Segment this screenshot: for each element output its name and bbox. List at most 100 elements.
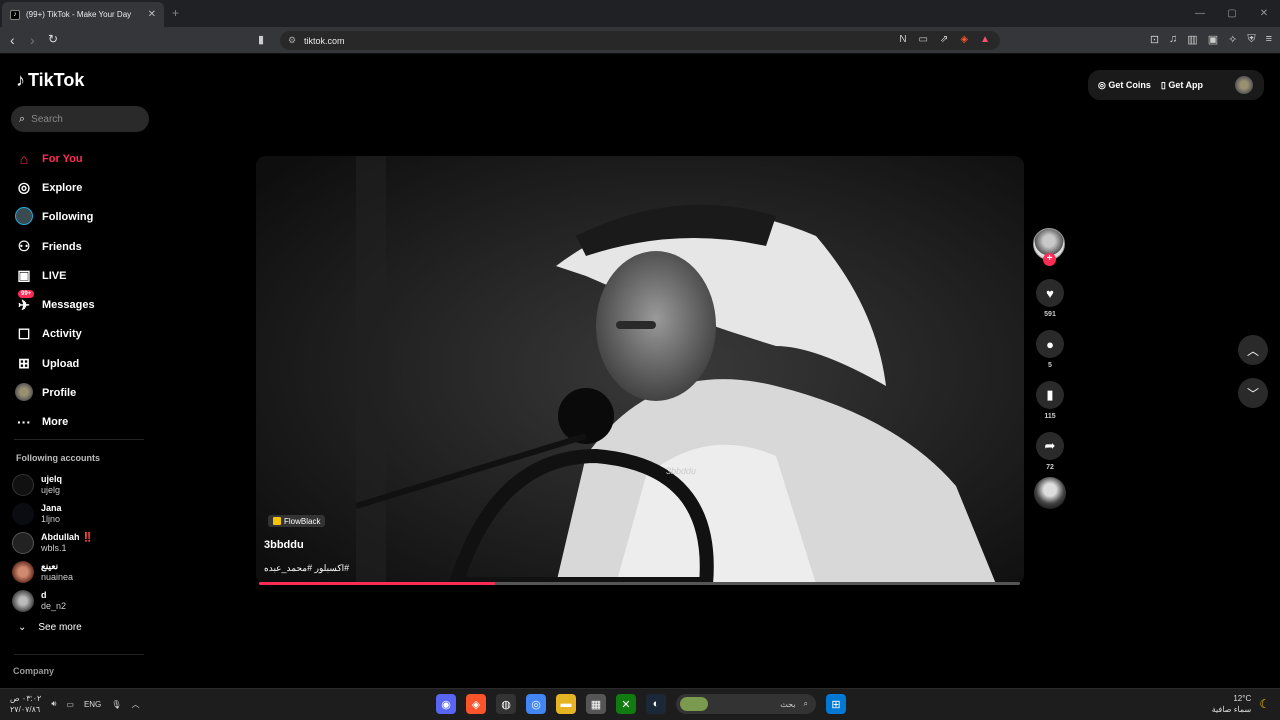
nav-profile[interactable]: Profile	[14, 378, 154, 407]
url-bar[interactable]: ⚙ tiktok.com N ▭ ⇗ ◈ ▲	[280, 31, 1000, 50]
music-tag[interactable]: FlowBlack	[268, 515, 326, 527]
leo-ai-icon[interactable]: ✧	[1228, 33, 1237, 46]
account-name: نعينع	[41, 561, 59, 572]
nav-messages[interactable]: ✈ 99+ Messages	[14, 289, 154, 319]
divider	[14, 654, 144, 655]
save-action[interactable]: ▮ 115	[1033, 381, 1067, 420]
like-count: 591	[1044, 311, 1056, 318]
main-nav: ⌂ For You ◎ Explore Following ⚇ Friends …	[14, 144, 154, 437]
profile-avatar-icon	[14, 382, 34, 404]
nav-label: LIVE	[42, 269, 67, 282]
discord-icon[interactable]: ◉	[436, 694, 456, 714]
list-item[interactable]: d de_n2	[12, 587, 152, 616]
nav-label: Upload	[42, 357, 80, 370]
sidebar: ♪ TikTok ⌕ ⌂ For You ◎ Explore Following…	[0, 54, 160, 688]
brave-shield-icon[interactable]: ◈	[960, 34, 968, 45]
store-icon[interactable]: ▦	[586, 694, 606, 714]
video-progress-bar[interactable]	[259, 582, 1020, 585]
music-disc[interactable]	[1033, 477, 1067, 509]
search-input[interactable]	[31, 113, 132, 125]
music-disc-icon	[1034, 477, 1066, 509]
volume-icon[interactable]: 🔊︎	[51, 699, 56, 709]
translate-icon[interactable]: N	[899, 34, 906, 45]
chevron-down-icon: ⌄	[18, 622, 27, 633]
vpn-icon[interactable]: ⛨	[1247, 33, 1255, 46]
tiktok-logo[interactable]: ♪ TikTok	[16, 70, 84, 91]
search-box[interactable]: ⌕	[11, 106, 149, 132]
screenshot-icon[interactable]: ⊡	[1150, 33, 1159, 46]
chrome-icon[interactable]: ◎	[526, 694, 546, 714]
follow-plus-icon[interactable]: +	[1043, 253, 1056, 266]
account-handle: nuainea	[41, 572, 74, 583]
nav-activity[interactable]: ☐ Activity	[14, 320, 154, 349]
live-icon: ▣	[17, 267, 31, 284]
video-author[interactable]: 3bbddu	[264, 539, 304, 551]
file-explorer-icon[interactable]: ▬	[556, 694, 576, 714]
coin-icon: ◎	[1098, 79, 1109, 90]
cast-icon[interactable]: ▭	[919, 34, 928, 45]
close-tab-icon[interactable]: ✕	[148, 9, 156, 20]
list-item[interactable]: Jana 1ljno	[12, 499, 152, 528]
display-icon[interactable]: ▭	[66, 700, 74, 709]
see-more-button[interactable]: ⌄ See more	[18, 622, 82, 633]
minimize-button[interactable]: —	[1184, 0, 1216, 27]
tiktok-note-icon: ♪	[16, 70, 25, 90]
previous-video-button[interactable]: ︿	[1238, 335, 1268, 365]
start-icon[interactable]: ⊞	[826, 694, 846, 714]
taskbar-apps: ◉ ◈ ◍ ◎ ▬ ▦ ✕ ◐ بحث ⌕ ⊞	[436, 694, 846, 714]
bookmark-icon[interactable]: ▮	[258, 33, 264, 46]
brave-rewards-icon[interactable]: ▲	[980, 34, 990, 45]
nav-label: Profile	[42, 387, 77, 400]
nav-explore[interactable]: ◎ Explore	[14, 173, 154, 202]
browser-tab[interactable]: ♪ (99+) TikTok - Make Your Day ✕	[2, 2, 164, 27]
site-info-icon[interactable]: ⚙	[288, 35, 296, 46]
get-app-button[interactable]: ▯ Get App	[1161, 80, 1203, 91]
nav-upload[interactable]: ⊞ Upload	[14, 349, 154, 378]
divider	[14, 439, 144, 440]
nav-live[interactable]: ▣ LIVE	[14, 261, 154, 290]
sidebar-icon[interactable]: ▥	[1187, 33, 1197, 46]
company-link[interactable]: Company	[13, 666, 54, 676]
steam-icon[interactable]: ◐	[646, 694, 666, 714]
like-action[interactable]: ♥ 591	[1033, 279, 1067, 318]
mic-icon[interactable]: 🎙︎	[111, 700, 121, 709]
video-player[interactable]: 3bbddu	[256, 156, 1024, 584]
get-coins-button[interactable]: ◎ Get Coins	[1098, 80, 1151, 91]
brave-icon[interactable]: ◈	[466, 694, 486, 714]
tray-expand-icon[interactable]: ︿	[131, 699, 139, 710]
back-icon[interactable]: ‹	[10, 32, 15, 48]
video-caption[interactable]: #اكسبلور #محمد_عبده	[264, 563, 349, 574]
reload-icon[interactable]: ↻	[48, 32, 58, 46]
home-icon: ⌂	[19, 150, 29, 167]
clock[interactable]: ٠٣:٠٢ ص ٢٧/٠٧/٨٦	[10, 693, 41, 715]
new-tab-icon[interactable]: +	[172, 6, 179, 20]
list-item[interactable]: ujelq ujelg	[12, 470, 152, 499]
share-icon[interactable]: ⇗	[940, 34, 948, 45]
next-video-button[interactable]: ﹀	[1238, 378, 1268, 408]
author-avatar[interactable]: +	[1033, 228, 1065, 266]
maximize-button[interactable]: ▢	[1216, 0, 1248, 27]
obs-icon[interactable]: ◍	[496, 694, 516, 714]
menu-icon[interactable]: ≡	[1266, 33, 1272, 46]
search-icon: ⌕	[803, 699, 808, 708]
weather-widget[interactable]: 12°C سماء صافية ☾	[1212, 693, 1270, 715]
wallet-icon[interactable]: ▣	[1208, 33, 1218, 46]
language-indicator[interactable]: ENG	[84, 700, 101, 709]
list-item[interactable]: نعينع nuainea	[12, 558, 152, 587]
close-window-button[interactable]: ✕	[1248, 0, 1280, 27]
chevron-down-icon: ﹀	[1246, 386, 1259, 401]
taskbar-search[interactable]: بحث ⌕	[676, 694, 816, 714]
nav-following[interactable]: Following	[14, 203, 154, 232]
nav-for-you[interactable]: ⌂ For You	[14, 144, 154, 173]
forward-icon[interactable]: ›	[30, 32, 35, 48]
user-avatar[interactable]	[1235, 76, 1253, 94]
media-icon[interactable]: ♫	[1169, 33, 1177, 46]
nav-friends[interactable]: ⚇ Friends	[14, 232, 154, 261]
temperature: 12°C	[1233, 694, 1252, 703]
list-item[interactable]: Abdullah ‼️ wbls.1	[12, 528, 152, 557]
comment-action[interactable]: ● 5	[1033, 330, 1067, 369]
clock-time: ٠٣:٠٢ ص	[10, 694, 42, 703]
nav-more[interactable]: ··· More	[14, 408, 154, 437]
xbox-icon[interactable]: ✕	[616, 694, 636, 714]
share-action[interactable]: ➦ 72	[1033, 432, 1067, 471]
